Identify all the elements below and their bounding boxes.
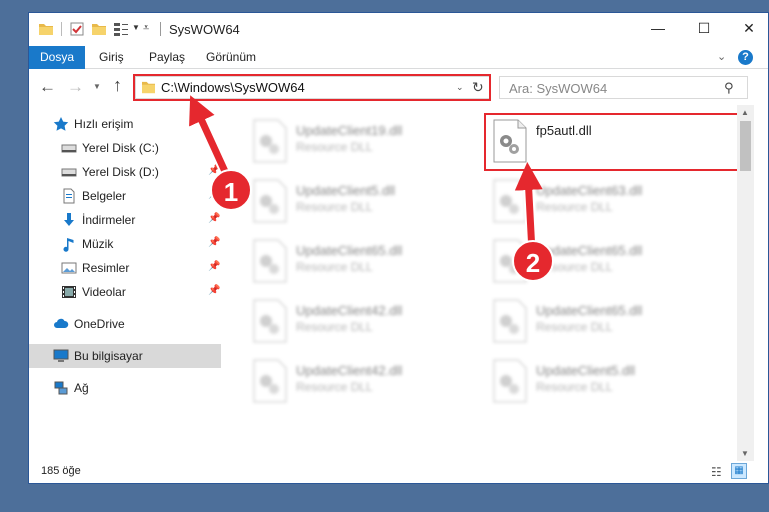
sidebar-item-videos[interactable]: Videolar 📌 — [29, 280, 221, 304]
expand-ribbon-icon[interactable]: ⌄ — [717, 50, 726, 63]
address-highlight-box — [133, 74, 491, 101]
pin-icon: 📌 — [208, 285, 221, 296]
file-item[interactable]: UpdateClient42.dll Resource DLL — [244, 353, 474, 411]
window-title: SysWOW64 — [169, 22, 240, 37]
file-highlight-box — [484, 113, 739, 171]
file-item[interactable]: UpdateClient5.dll Resource DLL — [484, 353, 714, 411]
minimize-button[interactable]: — — [635, 13, 681, 44]
star-icon — [53, 117, 69, 131]
network-icon — [54, 381, 68, 395]
scroll-up-icon[interactable]: ▲ — [741, 108, 749, 117]
file-item[interactable]: UpdateClient63.dll Resource DLL — [484, 173, 714, 231]
maximize-button[interactable]: ☐ — [681, 13, 727, 44]
pin-icon: 📌 — [208, 237, 221, 248]
file-item[interactable]: UpdateClient5.dll Resource DLL — [244, 173, 474, 231]
properties-check-icon[interactable] — [69, 21, 85, 37]
tab-home[interactable]: Giriş — [99, 46, 124, 69]
tab-share[interactable]: Paylaş — [149, 46, 185, 69]
sidebar-item-drive-c[interactable]: Yerel Disk (C:) — [29, 136, 221, 160]
customize-dropdown-icon[interactable]: ▼ — [132, 23, 140, 32]
sidebar-item-drive-d[interactable]: Yerel Disk (D:) 📌 — [29, 160, 221, 184]
up-arrow-icon[interactable]: ↑ — [113, 75, 122, 96]
search-box[interactable]: Ara: SysWOW64 ⚲ — [499, 76, 748, 99]
dll-file-icon — [253, 179, 287, 223]
explorer-window: ▼ ⩡ SysWOW64 — ☐ ✕ Dosya Giriş Paylaş Gö… — [28, 12, 769, 484]
sidebar-item-quick-access[interactable]: Hızlı erişim — [29, 112, 221, 136]
navigation-pane: Hızlı erişim Yerel Disk (C:) Yerel Disk … — [29, 105, 221, 461]
details-view-icon[interactable]: ☷ — [711, 465, 722, 479]
dll-file-icon — [253, 239, 287, 283]
ribbon-tabs: Dosya Giriş Paylaş Görünüm ⌄ ? — [29, 46, 768, 69]
dll-file-icon — [493, 299, 527, 343]
sidebar-item-this-pc[interactable]: Bu bilgisayar — [29, 344, 221, 368]
back-arrow-icon[interactable]: ← — [39, 77, 56, 97]
sidebar-item-music[interactable]: Müzik 📌 — [29, 232, 221, 256]
folder-icon — [39, 24, 53, 35]
navigation-bar: ← → ▼ ↑ C:\Windows\SysWOW64 ⌄ ↻ Ara: Sys… — [29, 69, 768, 105]
step-badge-1: 1 — [210, 169, 252, 211]
sidebar-item-documents[interactable]: Belgeler 📌 — [29, 184, 221, 208]
pictures-icon — [61, 262, 77, 274]
file-item[interactable]: UpdateClient65.dll Resource DLL — [244, 233, 474, 291]
cloud-icon — [54, 318, 69, 328]
music-icon — [63, 238, 74, 252]
title-bar: ▼ ⩡ SysWOW64 — ☐ ✕ — [29, 13, 768, 46]
scroll-down-icon[interactable]: ▼ — [741, 449, 749, 458]
quick-access-separator — [61, 22, 62, 36]
tab-file[interactable]: Dosya — [29, 46, 85, 69]
item-count: 185 öğe — [41, 465, 81, 477]
title-separator — [160, 22, 161, 36]
dll-file-icon — [253, 359, 287, 403]
search-icon[interactable]: ⚲ — [724, 80, 734, 96]
dll-file-icon — [253, 119, 287, 163]
drive-icon — [61, 144, 77, 153]
vertical-scrollbar[interactable]: ▲ ▼ — [737, 105, 754, 461]
customize-icon[interactable] — [113, 21, 129, 37]
large-icons-view-icon[interactable]: ▦ — [731, 463, 747, 479]
new-folder-icon[interactable] — [91, 21, 107, 37]
close-button[interactable]: ✕ — [726, 13, 768, 44]
computer-icon — [53, 349, 69, 362]
sidebar-item-pictures[interactable]: Resimler 📌 — [29, 256, 221, 280]
sidebar-item-downloads[interactable]: İndirmeler 📌 — [29, 208, 221, 232]
dll-file-icon — [493, 359, 527, 403]
video-icon — [62, 286, 76, 298]
drive-icon — [61, 168, 77, 177]
tab-view[interactable]: Görünüm — [206, 46, 256, 69]
documents-icon — [63, 188, 75, 204]
file-list: UpdateClient19.dll Resource DLL fp5autl.… — [234, 105, 739, 461]
file-item[interactable]: UpdateClient65.dll Resource DLL — [484, 293, 714, 351]
dll-file-icon — [493, 179, 527, 223]
quick-access-menu-icon[interactable]: ⩡ — [143, 22, 149, 35]
scrollbar-thumb[interactable] — [740, 121, 751, 171]
forward-arrow-icon[interactable]: → — [67, 77, 84, 97]
file-item[interactable]: UpdateClient19.dll Resource DLL — [244, 113, 474, 171]
help-icon[interactable]: ? — [738, 50, 753, 65]
search-placeholder: Ara: SysWOW64 — [509, 81, 608, 96]
recent-locations-icon[interactable]: ▼ — [93, 82, 101, 91]
download-icon — [64, 213, 74, 226]
file-item[interactable]: UpdateClient42.dll Resource DLL — [244, 293, 474, 351]
dll-file-icon — [253, 299, 287, 343]
step-badge-2: 2 — [512, 240, 554, 282]
status-bar: 185 öğe ☷ ▦ — [29, 461, 768, 483]
sidebar-item-network[interactable]: Ağ — [29, 376, 221, 400]
pin-icon: 📌 — [208, 213, 221, 224]
sidebar-item-onedrive[interactable]: OneDrive — [29, 312, 221, 336]
pin-icon: 📌 — [208, 261, 221, 272]
